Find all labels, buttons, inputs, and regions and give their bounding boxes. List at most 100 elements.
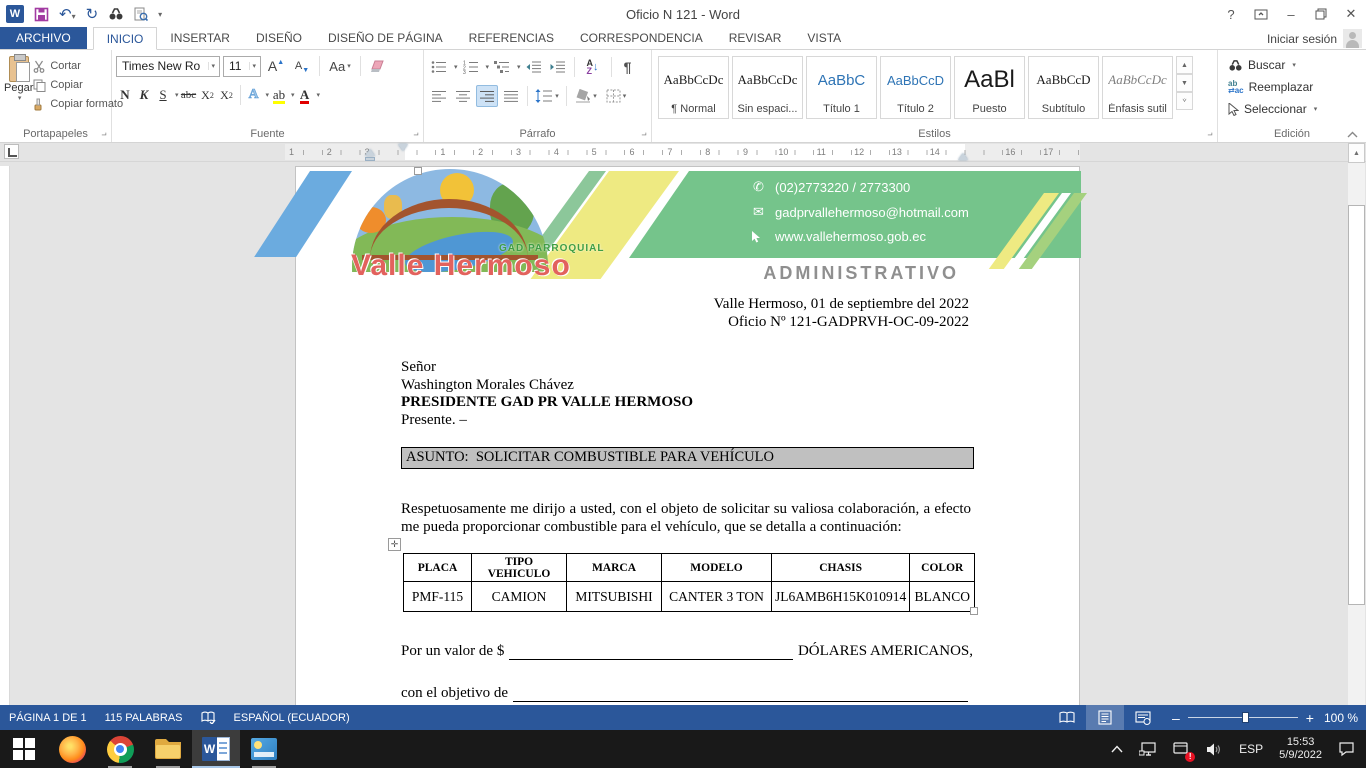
text-effects-caret-icon[interactable]: ▾ (266, 91, 270, 99)
font-family-combo[interactable]: Times New Ro▾ (116, 56, 220, 77)
copy-button[interactable]: Copiar (33, 76, 123, 94)
read-mode-button[interactable] (1048, 705, 1086, 730)
security-alert-icon[interactable]: ! (1166, 730, 1197, 768)
style-normal[interactable]: AaBbCcDc¶ Normal (658, 56, 729, 119)
multilevel-list-button[interactable] (491, 56, 513, 78)
font-size-combo[interactable]: 11▾ (223, 56, 261, 77)
taskbar-firefox[interactable] (48, 730, 96, 768)
help-button[interactable]: ? (1216, 1, 1246, 27)
vehicle-table[interactable]: PLACA TIPO VEHICULO MARCA MODELO CHASIS … (403, 553, 975, 612)
collapse-ribbon-icon[interactable] (1347, 131, 1358, 138)
cell-placa[interactable]: PMF-115 (404, 582, 472, 612)
date-block[interactable]: Valle Hermoso, 01 de septiembre del 2022… (714, 295, 969, 331)
tab-referencias[interactable]: REFERENCIAS (456, 27, 567, 49)
col-color[interactable]: COLOR (910, 554, 975, 582)
col-marca[interactable]: MARCA (567, 554, 662, 582)
shrink-font-button[interactable]: A▼ (291, 55, 313, 77)
table-resize-handle[interactable] (970, 607, 978, 615)
value-blank-line[interactable] (509, 646, 793, 660)
align-left-button[interactable] (428, 85, 450, 107)
vertical-scrollbar[interactable]: ▲ (1348, 143, 1365, 705)
cell-color[interactable]: BLANCO (910, 582, 975, 612)
tab-diseno-pagina[interactable]: DISEÑO DE PÁGINA (315, 27, 456, 49)
tray-expand-icon[interactable] (1104, 730, 1130, 768)
style-puesto[interactable]: AaBlPuesto (954, 56, 1025, 119)
bold-button[interactable]: N (116, 84, 134, 106)
zoom-slider-thumb[interactable] (1242, 712, 1249, 723)
increase-indent-button[interactable] (547, 56, 569, 78)
style-titulo-2[interactable]: AaBbCcDTítulo 2 (880, 56, 951, 119)
tab-vista[interactable]: VISTA (794, 27, 854, 49)
zoom-out-button[interactable]: – (1172, 711, 1180, 725)
cut-button[interactable]: Cortar (33, 57, 123, 75)
superscript-button[interactable]: X2 (218, 84, 236, 106)
language-tray[interactable]: ESP (1232, 730, 1270, 768)
show-marks-button[interactable]: ¶ (617, 56, 639, 78)
numbering-caret-icon[interactable]: ▾ (486, 63, 490, 71)
start-button[interactable] (0, 730, 48, 768)
tab-diseno[interactable]: DISEÑO (243, 27, 315, 49)
format-painter-button[interactable]: Copiar formato (33, 95, 123, 113)
bullets-button[interactable] (428, 56, 450, 78)
action-center-icon[interactable] (1331, 730, 1362, 768)
value-line[interactable]: Por un valor de $ DÓLARES AMERICANOS, (401, 643, 973, 660)
close-button[interactable]: ✕ (1336, 1, 1366, 27)
cell-modelo[interactable]: CANTER 3 TON (662, 582, 772, 612)
sign-in[interactable]: Iniciar sesión (1267, 29, 1362, 48)
scroll-up-icon[interactable]: ▲ (1348, 143, 1365, 163)
font-color-caret-icon[interactable]: ▾ (317, 91, 321, 99)
zoom-slider[interactable] (1188, 717, 1298, 718)
italic-button[interactable]: K (135, 84, 153, 106)
col-modelo[interactable]: MODELO (662, 554, 772, 582)
volume-icon[interactable] (1199, 730, 1230, 768)
tab-insertar[interactable]: INSERTAR (157, 27, 243, 49)
find-button[interactable]: Buscar▾ (1222, 54, 1362, 76)
style-sin-espaciado[interactable]: AaBbCcDcSin espaci... (732, 56, 803, 119)
style-titulo-1[interactable]: AaBbCTítulo 1 (806, 56, 877, 119)
tab-inicio[interactable]: INICIO (93, 27, 158, 50)
tab-correspondencia[interactable]: CORRESPONDENCIA (567, 27, 716, 49)
select-button[interactable]: Seleccionar▾ (1222, 98, 1362, 120)
find-qat-icon[interactable] (108, 7, 124, 21)
body-paragraph[interactable]: Respetuosamente me dirijo a usted, con e… (401, 501, 971, 536)
right-indent-marker[interactable] (958, 153, 968, 160)
decrease-indent-button[interactable] (523, 56, 545, 78)
replace-button[interactable]: ab⇄acReemplazar (1222, 76, 1362, 98)
taskbar-explorer[interactable] (144, 730, 192, 768)
first-line-indent-marker[interactable] (398, 144, 408, 151)
cell-tipo[interactable]: CAMION (472, 582, 567, 612)
zoom-in-button[interactable]: + (1306, 711, 1314, 725)
dialog-launcher-fuente[interactable]: ⌐ (411, 130, 421, 140)
sort-button[interactable]: AZ↓ (580, 56, 606, 78)
col-placa[interactable]: PLACA (404, 554, 472, 582)
clock[interactable]: 15:535/9/2022 (1272, 730, 1329, 768)
multilevel-caret-icon[interactable]: ▾ (517, 63, 521, 71)
style-subtitulo[interactable]: AaBbCcDSubtítulo (1028, 56, 1099, 119)
restore-button[interactable] (1306, 1, 1336, 27)
dialog-launcher-parrafo[interactable]: ⌐ (639, 130, 649, 140)
grow-font-button[interactable]: A▲ (264, 55, 288, 77)
align-center-button[interactable] (452, 85, 474, 107)
subscript-button[interactable]: X2 (199, 84, 217, 106)
word-count[interactable]: 115 PALABRAS (96, 705, 192, 730)
underline-button[interactable]: S (154, 84, 172, 106)
page-indicator[interactable]: PÁGINA 1 DE 1 (0, 705, 96, 730)
language-indicator[interactable]: ESPAÑOL (ECUADOR) (225, 705, 359, 730)
web-layout-button[interactable] (1124, 705, 1162, 730)
strikethrough-button[interactable]: abc (180, 84, 198, 106)
tab-stop-selector[interactable] (4, 144, 19, 159)
taskbar-chrome[interactable] (96, 730, 144, 768)
undo-icon[interactable]: ↶▾ (59, 7, 76, 22)
align-right-button[interactable] (476, 85, 498, 107)
highlight-caret-icon[interactable]: ▾ (291, 91, 295, 99)
network-icon[interactable] (1132, 730, 1164, 768)
underline-caret-icon[interactable]: ▾ (175, 91, 179, 99)
taskbar-app[interactable] (240, 730, 288, 768)
document-page[interactable]: Valle Hermoso GAD PARROQUIAL ✆(02)277322… (295, 166, 1080, 705)
print-preview-icon[interactable] (134, 7, 148, 22)
tab-revisar[interactable]: REVISAR (716, 27, 795, 49)
objective-blank-line[interactable] (513, 688, 968, 702)
tab-archivo[interactable]: ARCHIVO (0, 27, 87, 49)
shading-button[interactable]: ▾ (572, 85, 600, 107)
zoom-percentage[interactable]: 100 % (1324, 711, 1366, 725)
